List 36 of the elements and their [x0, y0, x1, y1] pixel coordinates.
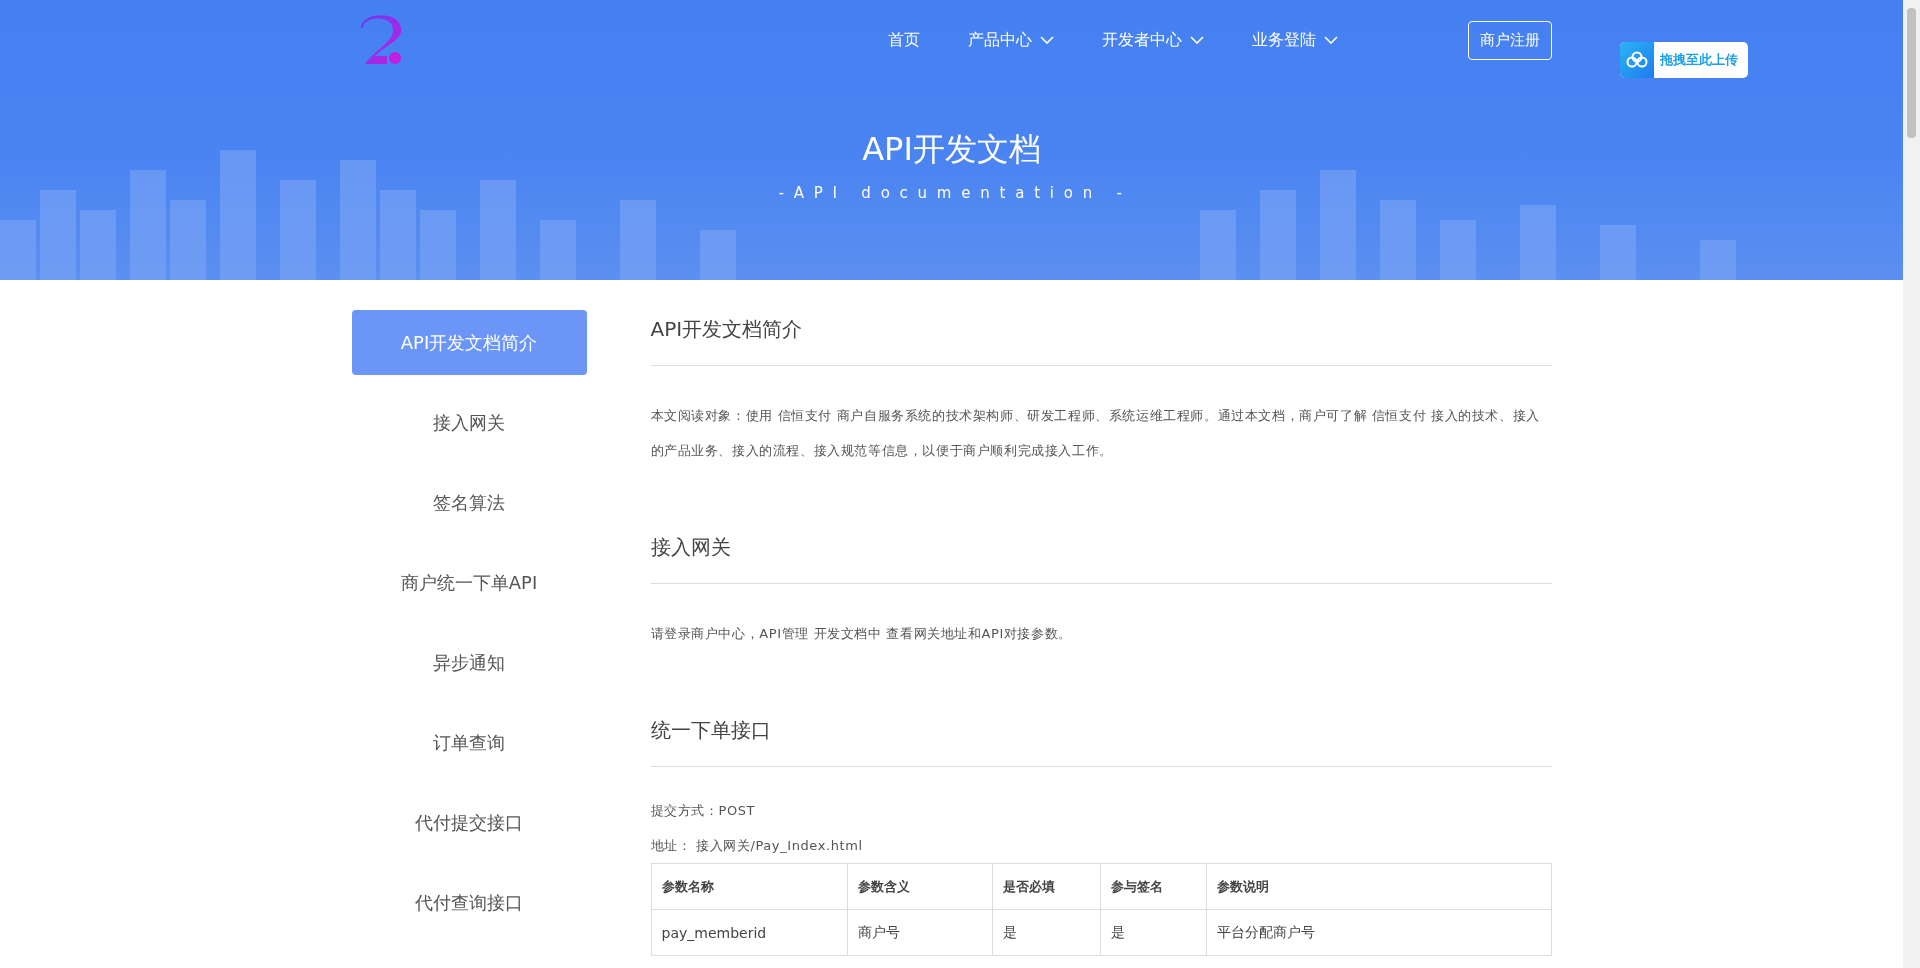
page-title: API开发文档 — [861, 129, 1042, 170]
section-heading: 统一下单接口 — [650, 717, 1552, 767]
chevron-down-icon — [1039, 35, 1054, 45]
column-header: 是否必填 — [992, 863, 1100, 910]
scrollbar[interactable] — [1903, 0, 1920, 968]
column-header: 参数名称 — [651, 863, 847, 910]
sidebar-item[interactable]: 异步通知 — [351, 630, 587, 695]
table-cell: pay_memberid — [651, 909, 847, 956]
cloud-icon — [1626, 51, 1648, 69]
paragraph: 提交方式：POST — [650, 802, 757, 820]
sidebar-item[interactable]: 订单查询 — [351, 710, 587, 775]
column-header: 参与签名 — [1100, 863, 1206, 910]
sidebar-item[interactable]: 签名算法 — [351, 470, 587, 535]
sidebar-item[interactable]: 接入网关 — [351, 390, 587, 455]
paragraph: 地址： 接入网关/Pay_Index.html — [650, 837, 864, 855]
table-cell: 平台分配商户号 — [1206, 909, 1551, 956]
table-cell: 商户号 — [847, 909, 992, 956]
chevron-down-icon — [1189, 35, 1204, 45]
table-cell: 是 — [1100, 909, 1206, 956]
table-cell: 是 — [992, 909, 1100, 956]
column-header: 参数说明 — [1206, 863, 1551, 910]
page-subtitle: - A P I d o c u m e n t a t i o n - — [777, 184, 1126, 202]
nav-link[interactable]: 开发者中心 — [1101, 29, 1204, 51]
column-header: 参数含义 — [847, 863, 992, 910]
sidebar-item[interactable]: 代付提交接口 — [351, 790, 587, 855]
sidebar-item[interactable]: 代付查询接口 — [351, 870, 587, 935]
section-heading: API开发文档简介 — [650, 316, 1552, 366]
register-button[interactable]: 商户注册 — [1467, 20, 1552, 60]
chevron-down-icon — [1323, 35, 1338, 45]
nav-link[interactable]: 业务登陆 — [1251, 29, 1338, 51]
nav-link[interactable]: 首页 — [887, 29, 920, 51]
section-heading: 接入网关 — [650, 534, 1552, 584]
sidebar-item[interactable]: 商户统一下单API — [351, 550, 587, 615]
nav-link[interactable]: 产品中心 — [967, 29, 1054, 51]
paragraph: 本文阅读对象：使用 信恒支付 商户自服务系统的技术架构师、研发工程师、系统运维工程师。通过本文档，商户可了解 信恒支付 接入的技术、接入的产品业务、接入的流程、接入规范等信息，以便于商户顺利完成接入工作。 — [650, 407, 1541, 460]
paragraph: 请登录商户中心，API管理 开发文档中 查看网关地址和API对接参数。 — [650, 625, 1073, 643]
